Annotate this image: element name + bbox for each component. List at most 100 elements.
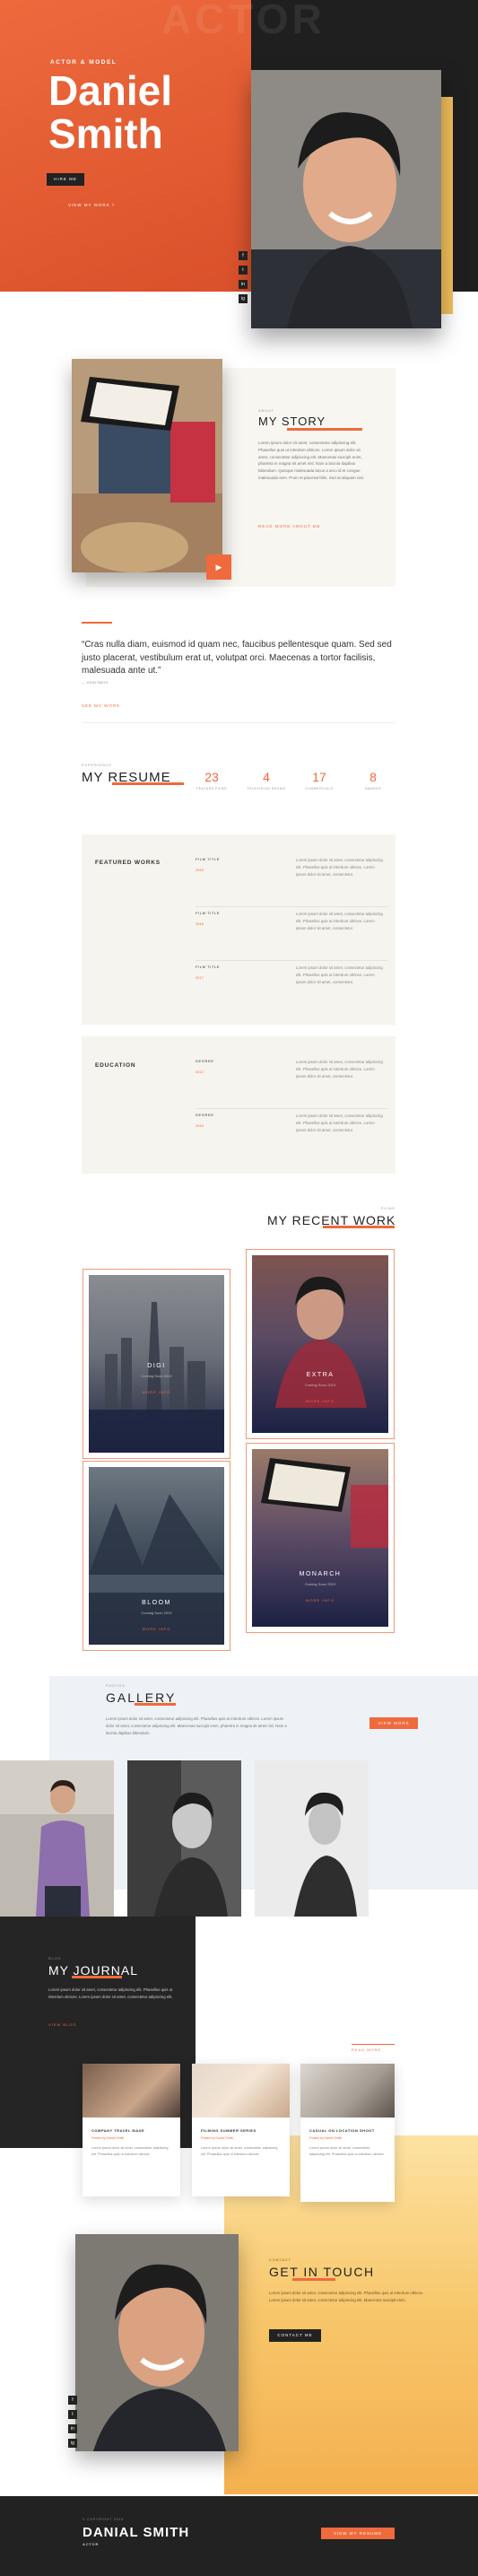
work-card-image: EXTRA Coming Soon 2019 MORE INFO — [252, 1255, 388, 1433]
story-title: MY STORY — [258, 415, 326, 428]
hero-name-line2: Smith — [48, 110, 163, 157]
view-work-link[interactable]: VIEW MY WORK › — [68, 203, 115, 208]
featured-works-heading: FEATURED WORKS — [95, 860, 161, 866]
work-row: FILM TITLE 2019 Lorem ipsum dolor sit am… — [196, 857, 387, 907]
work-card-title: EXTRA — [306, 1372, 335, 1378]
hero-name-line1: Daniel — [48, 67, 173, 114]
blog-card[interactable]: COMPANY TRAVEL MADE Posted by Daniel Smi… — [83, 2064, 180, 2196]
work-card[interactable]: MONARCH Coming Soon 2019 MORE INFO — [246, 1443, 395, 1633]
journal-read-more-link[interactable]: READ MORE — [352, 2048, 381, 2052]
stat-awards: 8 AWARDS — [355, 770, 391, 790]
stat-label: COMMERCIALS — [305, 787, 334, 790]
contact-title: GET IN TOUCH — [269, 2265, 375, 2279]
work-desc: Lorem ipsum dolor sit amet, consectetur … — [296, 912, 383, 930]
education-row: DEGREE 2010 Lorem ipsum dolor sit amet, … — [196, 1113, 387, 1163]
contact-kicker: CONTACT — [269, 2257, 291, 2262]
hero-portrait-photo — [251, 70, 441, 328]
portrait-illustration — [275, 1276, 367, 1408]
education-row: DEGREE 2012 Lorem ipsum dolor sit amet, … — [196, 1059, 387, 1109]
work-card-image: BLOOM Coming Soon 2019 MORE INFO — [89, 1467, 224, 1645]
facebook-icon[interactable]: f — [68, 2396, 77, 2405]
hero-bg-word: ACTOR — [161, 0, 326, 42]
journal-view-blog-link[interactable]: VIEW BLOG — [48, 2022, 76, 2027]
mountain-illustration — [89, 1494, 224, 1645]
journal-underline — [72, 1976, 122, 1978]
work-card[interactable]: BLOOM Coming Soon 2019 MORE INFO — [83, 1461, 230, 1651]
work-desc: Lorem ipsum dolor sit amet, consectetur … — [296, 858, 383, 877]
hero-kicker: ACTOR & MODEL — [50, 59, 117, 65]
quote-accent-bar — [82, 622, 112, 624]
blog-card-title: FILMING SUMMER SERIES — [201, 2128, 256, 2133]
stat-value: 17 — [312, 770, 326, 784]
story-title-underline — [287, 428, 362, 431]
work-card-title: MONARCH — [299, 1571, 342, 1577]
work-card-link[interactable]: MORE INFO — [89, 1390, 224, 1394]
stat-label: AWARDS — [364, 787, 382, 790]
blog-card-title: CASUAL ON LOCATION SHOOT — [309, 2128, 375, 2133]
education-desc: Lorem ipsum dolor sit amet, consectetur … — [296, 1113, 383, 1132]
hire-me-button[interactable]: HIRE ME — [47, 173, 84, 186]
twitter-icon[interactable]: t — [68, 2410, 77, 2419]
story-body: Lorem ipsum dolor sit amet, consectetur … — [258, 441, 365, 480]
work-row: FILM TITLE 2018 Lorem ipsum dolor sit am… — [196, 911, 387, 961]
blog-card-title: COMPANY TRAVEL MADE — [91, 2128, 145, 2133]
work-card-meta: Coming Soon 2019 — [304, 1582, 336, 1586]
footer-sub: ACTOR — [83, 2542, 100, 2546]
stat-tv: 4 TELEVISION SHOWS — [244, 770, 289, 790]
journal-read-more-rule — [352, 2044, 395, 2045]
work-card-link[interactable]: MORE INFO — [252, 1399, 388, 1403]
smiling-man-illustration — [75, 2234, 239, 2451]
reading-illustration — [72, 359, 222, 572]
facebook-icon[interactable]: f — [239, 251, 248, 260]
gallery-photo[interactable] — [255, 1760, 369, 1917]
portrait-illustration — [251, 70, 441, 328]
work-card-link[interactable]: MORE INFO — [89, 1627, 224, 1631]
work-card[interactable]: EXTRA Coming Soon 2019 MORE INFO — [246, 1249, 395, 1439]
blog-card-meta: Posted by Daniel Smith — [309, 2136, 343, 2140]
education-desc: Lorem ipsum dolor sit amet, consectetur … — [296, 1060, 383, 1078]
blog-card[interactable]: FILMING SUMMER SERIES Posted by Daniel S… — [192, 2064, 290, 2196]
stat-value: 4 — [263, 770, 270, 784]
man-profile-illustration — [255, 1760, 369, 1917]
story-read-more-link[interactable]: READ MORE ABOUT ME — [258, 524, 321, 528]
blog-card-meta: Posted by Daniel Smith — [91, 2136, 125, 2140]
blog-card-image — [83, 2064, 180, 2118]
recent-work-kicker: FILMS — [381, 1206, 395, 1210]
quote-link[interactable]: SEE MY WORK — [82, 703, 120, 708]
work-card-meta: Coming Soon 2019 — [304, 1383, 336, 1387]
blog-card-body: Lorem ipsum dolor sit amet, consectetur … — [201, 2146, 278, 2156]
man-standing-illustration — [0, 1760, 114, 1917]
instagram-icon[interactable]: ig — [239, 294, 248, 303]
work-card[interactable]: DIGI Coming Soon 2019 MORE INFO — [83, 1269, 230, 1459]
instagram-icon[interactable]: ig — [68, 2439, 77, 2448]
contact-me-button[interactable]: CONTACT ME — [269, 2329, 321, 2342]
resume-title-underline — [112, 782, 184, 785]
resume-kicker: EXPERIENCE — [82, 763, 112, 767]
story-photo — [72, 359, 222, 572]
work-card-title: DIGI — [147, 1363, 166, 1369]
linkedin-icon[interactable]: in — [68, 2424, 77, 2433]
page: ACTOR ACTOR & MODEL Daniel Smith HIRE ME… — [0, 0, 478, 2576]
linkedin-icon[interactable]: in — [239, 280, 248, 289]
blog-card-body: Lorem ipsum dolor sit amet, consectetur … — [309, 2146, 385, 2156]
footer-resume-button[interactable]: VIEW MY RESUME — [321, 2528, 395, 2539]
gallery-photo[interactable] — [0, 1760, 114, 1917]
journal-body: Lorem ipsum dolor sit amet, consectetur … — [48, 1987, 173, 1999]
contact-social-bar: f t in ig — [68, 2396, 79, 2460]
gallery-photo[interactable] — [127, 1760, 241, 1917]
quote-text: “Cras nulla diam, euismod id quam nec, f… — [82, 640, 392, 676]
man-bw-illustration — [127, 1760, 241, 1917]
work-card-link[interactable]: MORE INFO — [252, 1598, 388, 1602]
quote-author: — JOHN SMITH — [82, 680, 109, 685]
gallery-kicker: PHOTOS — [106, 1683, 126, 1688]
story-play-button[interactable]: ▶ — [206, 554, 231, 580]
blog-card-body: Lorem ipsum dolor sit amet, consectetur … — [91, 2146, 169, 2156]
blog-card[interactable]: CASUAL ON LOCATION SHOOT Posted by Danie… — [300, 2064, 395, 2202]
twitter-icon[interactable]: t — [239, 266, 248, 275]
education-heading: EDUCATION — [95, 1062, 136, 1069]
play-icon: ▶ — [215, 563, 222, 572]
blog-card-image — [192, 2064, 290, 2118]
work-card-image: MONARCH Coming Soon 2019 MORE INFO — [252, 1449, 388, 1627]
gallery-view-more-button[interactable]: VIEW MORE — [369, 1717, 418, 1729]
view-work-label: VIEW MY WORK — [68, 203, 110, 207]
